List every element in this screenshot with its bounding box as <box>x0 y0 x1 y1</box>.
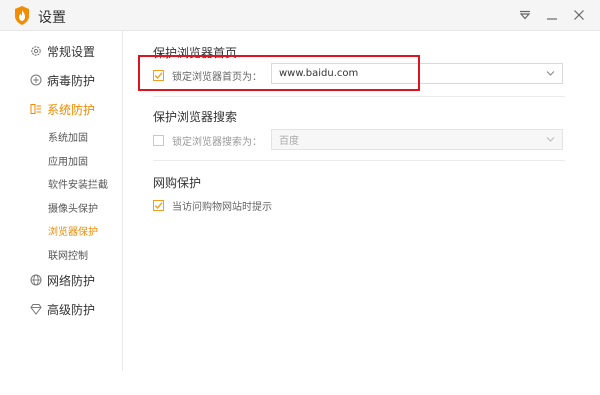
sidebar-item-general[interactable]: 常规设置 <box>30 42 95 60</box>
check-icon <box>154 72 163 80</box>
search-lock-checkbox[interactable] <box>153 135 164 146</box>
close-icon[interactable] <box>570 6 588 24</box>
sidebar-item-virus[interactable]: 病毒防护 <box>30 71 95 89</box>
check-icon <box>154 202 163 210</box>
homepage-lock-row[interactable]: 锁定浏览器首页为： <box>153 68 262 83</box>
search-select-value: 百度 <box>279 136 299 147</box>
search-lock-row[interactable]: 锁定浏览器搜索为： <box>153 133 262 148</box>
section-title-search: 保护浏览器搜索 <box>153 110 238 124</box>
section-title-shopping: 网购保护 <box>153 176 202 190</box>
subitem-system-hardening[interactable]: 系统加固 <box>48 129 88 144</box>
window-title: 设置 <box>38 10 66 26</box>
subitem-app-hardening[interactable]: 应用加固 <box>48 153 88 168</box>
shopping-prompt-checkbox[interactable] <box>153 200 164 211</box>
search-select[interactable]: 百度 <box>271 129 563 150</box>
shopping-prompt-label: 当访问购物网站时提示 <box>172 202 272 213</box>
sidebar-item-label: 高级防护 <box>47 302 96 317</box>
sidebar: 常规设置 病毒防护 系统防护 系统加固 应用加固 软件安装拦截 摄像头保护 浏览… <box>0 31 123 371</box>
homepage-lock-checkbox[interactable] <box>153 70 164 81</box>
fire-shield-logo <box>15 6 29 25</box>
homepage-select[interactable]: www.baidu.com <box>271 63 563 84</box>
gear-icon <box>30 45 42 57</box>
plus-circle-icon <box>30 74 42 86</box>
minimize-icon[interactable] <box>543 6 561 24</box>
section-divider <box>153 96 565 97</box>
search-lock-label: 锁定浏览器搜索为： <box>172 137 262 148</box>
section-divider <box>153 160 565 161</box>
sidebar-item-advanced[interactable]: 高级防护 <box>30 300 95 318</box>
system-icon <box>30 103 42 115</box>
sidebar-item-network[interactable]: 网络防护 <box>30 271 95 289</box>
subitem-network-control[interactable]: 联网控制 <box>48 247 88 262</box>
subitem-camera-protection[interactable]: 摄像头保护 <box>48 200 98 215</box>
title-bar: 设置 <box>0 0 600 31</box>
sidebar-item-label: 常规设置 <box>47 44 96 59</box>
sidebar-item-label: 系统防护 <box>47 102 96 117</box>
chevron-down-icon <box>546 71 555 76</box>
sidebar-item-label: 网络防护 <box>47 273 96 288</box>
homepage-select-value: www.baidu.com <box>279 68 359 79</box>
subitem-browser-protection[interactable]: 浏览器保护 <box>48 223 98 238</box>
diamond-icon <box>30 303 42 315</box>
shopping-prompt-row[interactable]: 当访问购物网站时提示 <box>153 198 272 213</box>
chevron-down-icon <box>546 137 555 142</box>
homepage-lock-label: 锁定浏览器首页为： <box>172 72 262 83</box>
section-title-homepage: 保护浏览器首页 <box>153 46 238 60</box>
subitem-install-blocking[interactable]: 软件安装拦截 <box>48 176 108 191</box>
sidebar-item-label: 病毒防护 <box>47 73 96 88</box>
sidebar-item-system[interactable]: 系统防护 <box>30 100 95 118</box>
menu-dropdown-icon[interactable] <box>516 6 534 24</box>
globe-icon <box>30 274 42 286</box>
